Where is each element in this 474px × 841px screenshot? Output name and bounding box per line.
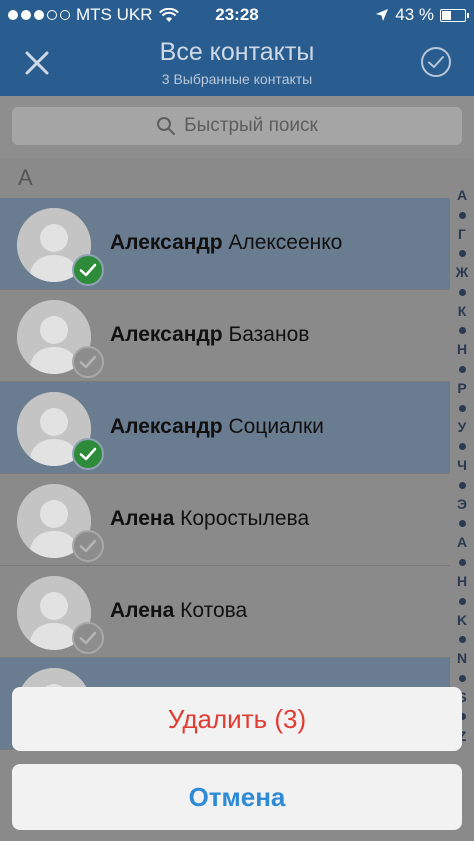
contact-name: Александр Социалки — [110, 415, 324, 439]
index-separator-dot — [458, 283, 466, 302]
checkmark-unselected-icon[interactable] — [72, 346, 104, 378]
index-separator-dot — [458, 437, 466, 456]
section-header: A — [0, 158, 474, 198]
checkmark-selected-icon[interactable] — [72, 438, 104, 470]
index-separator-dot — [458, 476, 466, 495]
selected-count-subtitle: 3 Выбранные контакты — [161, 71, 313, 87]
checkmark-unselected-icon[interactable] — [72, 530, 104, 562]
index-separator-dot — [458, 398, 466, 417]
index-letter[interactable]: Э — [457, 495, 467, 514]
index-letter[interactable]: K — [457, 611, 467, 630]
nav-bar: Все контакты 3 Выбранные контакты — [0, 30, 474, 96]
search-input[interactable]: Быстрый поиск — [12, 107, 462, 145]
index-separator-dot — [458, 630, 466, 649]
contact-row[interactable]: Алена Котова — [0, 566, 450, 658]
index-separator-dot — [458, 669, 466, 688]
contact-first-name: Алена — [110, 599, 175, 622]
search-area: Быстрый поиск — [0, 96, 474, 158]
contact-row[interactable]: Александр Социалки — [0, 382, 450, 474]
battery-fill — [442, 10, 452, 20]
search-icon — [157, 117, 176, 135]
cancel-button[interactable]: Отмена — [12, 764, 462, 830]
index-separator-dot — [458, 553, 466, 572]
check-circle-icon[interactable] — [420, 46, 452, 78]
contact-list: Александр Алексеенко Александр Базанов Але… — [0, 198, 450, 750]
page-title: Все контакты — [159, 38, 315, 66]
delete-button[interactable]: Удалить (3) — [12, 687, 462, 751]
status-right: 43 % — [375, 5, 469, 25]
battery-icon — [440, 8, 469, 22]
contact-last-name: Коростылева — [174, 507, 310, 530]
contact-name: Александр Алексеенко — [110, 231, 342, 255]
checkmark-unselected-icon[interactable] — [72, 622, 104, 654]
contact-last-name: Базанов — [222, 323, 310, 346]
index-letter[interactable]: H — [457, 572, 467, 591]
status-bar: MTS UKR 23:28 43 % — [0, 0, 474, 30]
index-letter[interactable]: А — [457, 186, 467, 205]
checkmark-selected-icon[interactable] — [72, 254, 104, 286]
alphabet-index[interactable]: АГЖКНРУЧЭAHKNSZ — [450, 186, 474, 746]
contact-row[interactable]: Александр Алексеенко — [0, 198, 450, 290]
index-letter[interactable]: Н — [457, 340, 467, 359]
contact-first-name: Александр — [110, 231, 223, 254]
contact-last-name: Алексеенко — [222, 231, 343, 254]
contact-name: Алена Коростылева — [110, 507, 309, 531]
contact-last-name: Котова — [174, 599, 248, 622]
location-arrow-icon — [376, 9, 389, 21]
index-letter[interactable]: A — [457, 533, 467, 552]
index-letter[interactable]: Ж — [456, 263, 469, 282]
index-separator-dot — [458, 244, 466, 263]
index-separator-dot — [458, 514, 466, 533]
battery-percent: 43 % — [395, 5, 434, 24]
contact-first-name: Алена — [110, 507, 175, 530]
index-separator-dot — [458, 205, 466, 224]
index-separator-dot — [458, 360, 466, 379]
index-separator-dot — [458, 591, 466, 610]
index-letter[interactable]: Г — [458, 225, 466, 244]
contact-row[interactable]: Алена Коростылева — [0, 474, 450, 566]
contact-name: Александр Базанов — [110, 323, 309, 347]
search-placeholder: Быстрый поиск — [184, 115, 318, 136]
index-letter[interactable]: Ч — [457, 456, 467, 475]
contact-row[interactable]: Александр Базанов — [0, 290, 450, 382]
contact-first-name: Александр — [110, 323, 223, 346]
contact-last-name: Социалки — [222, 415, 324, 438]
contact-name: Алена Котова — [110, 599, 247, 623]
index-letter[interactable]: К — [458, 302, 467, 321]
contact-first-name: Александр — [110, 415, 223, 438]
index-separator-dot — [458, 321, 466, 340]
index-letter[interactable]: У — [458, 418, 467, 437]
index-letter[interactable]: Р — [457, 379, 466, 398]
index-letter[interactable]: N — [457, 649, 467, 668]
